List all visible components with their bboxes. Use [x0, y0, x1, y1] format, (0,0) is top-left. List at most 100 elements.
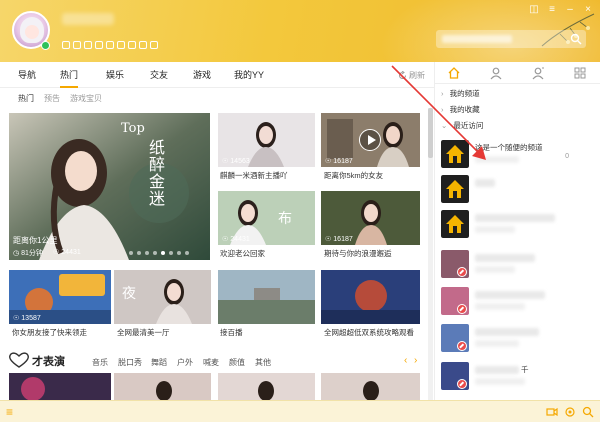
- subtab-hot[interactable]: 热门: [18, 93, 34, 104]
- apps-icon[interactable]: [573, 66, 587, 80]
- recent-channel-item[interactable]: 千: [441, 362, 595, 392]
- section-category[interactable]: 户外: [177, 357, 193, 368]
- stream-caption[interactable]: 期待与你的浪漫邂逅: [324, 248, 392, 259]
- next-arrow-icon[interactable]: ›: [414, 355, 417, 366]
- stream-caption[interactable]: 全网超超低双系统攻略观看: [324, 327, 414, 338]
- badge-icon[interactable]: [139, 41, 147, 49]
- stream-card[interactable]: [321, 270, 420, 324]
- viewer-icon: ☉: [325, 236, 332, 243]
- carousel-dot[interactable]: [161, 251, 165, 255]
- channel-id-blurred: [475, 266, 515, 273]
- subtab-game-babe[interactable]: 游戏宝贝: [70, 93, 102, 104]
- section-category[interactable]: 舞蹈: [151, 357, 167, 368]
- carousel-dot[interactable]: [137, 251, 141, 255]
- clock-icon: ◷: [13, 250, 20, 257]
- menu-icon[interactable]: ≡: [546, 4, 558, 16]
- channel-id-blurred: [475, 340, 519, 347]
- house-icon: [441, 175, 469, 203]
- badge-icon[interactable]: [117, 41, 125, 49]
- contacts-icon[interactable]: [531, 66, 545, 80]
- settings-icon[interactable]: [564, 406, 576, 418]
- stream-caption[interactable]: 接百播: [220, 327, 243, 338]
- badge-icon[interactable]: [62, 41, 70, 49]
- svg-text:夜: 夜: [122, 286, 136, 302]
- stream-card[interactable]: ☉ 14563: [218, 113, 315, 167]
- recent-channel-item[interactable]: [441, 175, 595, 205]
- sub-tabs: 热门 预告 游戏宝贝: [0, 88, 434, 108]
- recent-channel-item[interactable]: [441, 324, 595, 354]
- menu-icon[interactable]: ≡: [6, 405, 13, 419]
- annotation-arrow-icon: [391, 65, 486, 160]
- minimize-icon[interactable]: –: [564, 4, 576, 16]
- blocked-icon: [457, 379, 467, 389]
- feature-overlay-top: Top: [121, 121, 145, 136]
- stream-card[interactable]: [218, 270, 315, 324]
- carousel-dot[interactable]: [153, 251, 157, 255]
- prev-arrow-icon[interactable]: ‹: [404, 355, 407, 366]
- badge-icon[interactable]: [150, 41, 158, 49]
- stream-card[interactable]: ☉ 16187: [321, 191, 420, 245]
- stream-card[interactable]: [321, 373, 420, 400]
- carousel-dot[interactable]: [129, 251, 133, 255]
- search-input[interactable]: [436, 30, 586, 48]
- recent-channel-item[interactable]: [441, 250, 595, 280]
- badge-icon[interactable]: [128, 41, 136, 49]
- stream-caption[interactable]: 欢迎老公回家: [220, 248, 265, 259]
- tab-games[interactable]: 游戏: [193, 62, 211, 88]
- recent-channel-item[interactable]: [441, 287, 595, 317]
- feature-overlay-text: 纸醉金迷: [149, 138, 166, 208]
- avatar-face: [25, 25, 39, 39]
- viewer-count: ☉ 16187: [325, 157, 353, 166]
- viewer-count-text: 24431: [230, 235, 250, 243]
- stream-caption[interactable]: 你女朋友接了快来领走: [12, 327, 87, 338]
- channel-count: 0: [565, 153, 569, 160]
- feature-duration: ◷ 81分钟: [13, 248, 43, 258]
- talent-section-header: 才表演 音乐 脱口秀 舞蹈 户外 喊麦 颜值 其他 ‹ ›: [8, 352, 428, 370]
- tab-social[interactable]: 交友: [150, 62, 168, 88]
- search-icon[interactable]: [582, 406, 594, 418]
- badge-icon[interactable]: [106, 41, 114, 49]
- skin-icon[interactable]: ◫: [528, 4, 540, 16]
- tab-hot[interactable]: 热门: [60, 62, 79, 88]
- tab-entertainment[interactable]: 娱乐: [106, 62, 124, 88]
- carousel-dot[interactable]: [169, 251, 173, 255]
- tab-my-yy[interactable]: 我的YY: [234, 62, 264, 88]
- stream-card[interactable]: [9, 373, 111, 400]
- stream-thumbnail: [321, 270, 420, 324]
- channel-title-blurred: [475, 328, 539, 336]
- carousel-dots: [129, 251, 189, 255]
- search-icon[interactable]: [570, 33, 582, 45]
- viewer-icon: ☉: [222, 158, 229, 165]
- stream-card[interactable]: [114, 373, 211, 400]
- section-category[interactable]: 音乐: [92, 357, 108, 368]
- stream-card[interactable]: ☉ 13587: [9, 270, 111, 324]
- viewer-count-text: 14563: [230, 157, 250, 165]
- window-controls: ◫ ≡ – ×: [528, 4, 594, 16]
- stream-card[interactable]: 夜: [114, 270, 211, 324]
- close-icon[interactable]: ×: [582, 4, 594, 16]
- stream-card[interactable]: [218, 373, 315, 400]
- badge-icon[interactable]: [73, 41, 81, 49]
- tab-nav[interactable]: 导航: [18, 62, 36, 88]
- stream-card[interactable]: 布 ☉ 24431: [218, 191, 315, 245]
- carousel-dot[interactable]: [145, 251, 149, 255]
- carousel-dot[interactable]: [185, 251, 189, 255]
- play-icon[interactable]: [359, 129, 381, 151]
- section-category[interactable]: 其他: [255, 357, 271, 368]
- subtab-preview[interactable]: 预告: [44, 93, 60, 104]
- carousel-dot[interactable]: [177, 251, 181, 255]
- stream-caption[interactable]: 全网最清美一厅: [117, 327, 170, 338]
- badge-icon[interactable]: [84, 41, 92, 49]
- section-category[interactable]: 脱口秀: [118, 357, 142, 368]
- feature-stream-card[interactable]: Top 纸醉金迷 距离你1公里 ◷ 81分钟 ☉ 24431: [9, 113, 210, 260]
- badge-icon[interactable]: [95, 41, 103, 49]
- online-status-dot: [41, 41, 50, 50]
- viewer-count: ☉ 13587: [13, 314, 41, 323]
- video-icon[interactable]: [546, 406, 558, 418]
- section-category[interactable]: 喊麦: [203, 357, 219, 368]
- stream-thumbnail: [321, 373, 420, 400]
- stream-caption[interactable]: 距离你5km的女友: [324, 170, 383, 181]
- stream-caption[interactable]: 麒麟一米酒新主播吖: [220, 170, 288, 181]
- section-category[interactable]: 颜值: [229, 357, 245, 368]
- recent-channel-item[interactable]: [441, 210, 595, 240]
